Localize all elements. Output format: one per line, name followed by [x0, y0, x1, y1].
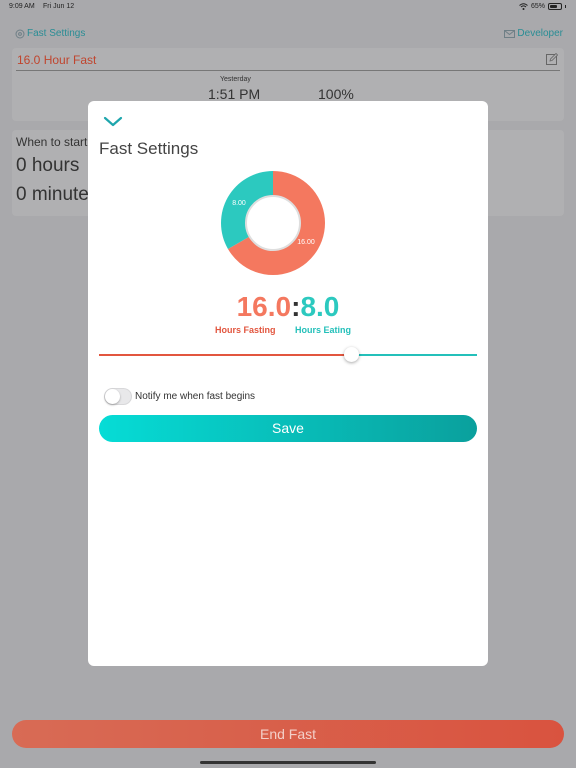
- hours-eating-label: Hours Eating: [295, 325, 352, 335]
- start-minutes[interactable]: 0 minutes: [16, 184, 98, 206]
- modal-title: Fast Settings: [99, 139, 199, 158]
- developer-link[interactable]: Developer: [504, 28, 563, 39]
- battery-icon: [548, 3, 562, 10]
- fast-settings-label: Fast Settings: [27, 28, 86, 39]
- status-indicators: 65%: [519, 3, 566, 10]
- status-time: 9:09 AM: [9, 3, 35, 10]
- day-label: Yesterday: [220, 76, 251, 83]
- divider: [16, 70, 560, 71]
- start-time: 1:51 PM: [208, 86, 261, 102]
- mail-icon: [504, 29, 516, 38]
- save-button[interactable]: Save: [99, 415, 477, 442]
- slider-eating-track: [351, 354, 477, 356]
- when-to-start-label: When to start: [16, 135, 88, 149]
- fasting-donut-chart: 16.00 8.00: [221, 171, 326, 275]
- fast-eat-ratio: 16.0:8.0: [88, 291, 488, 323]
- wifi-icon: [519, 3, 528, 10]
- fast-settings-link[interactable]: Fast Settings: [15, 28, 85, 39]
- fast-ratio-slider[interactable]: [99, 347, 477, 363]
- slider-thumb[interactable]: [344, 347, 359, 362]
- donut-eating-label: 8.00: [232, 200, 246, 207]
- home-indicator: [200, 761, 376, 764]
- battery-percent: 65%: [530, 3, 545, 10]
- fast-settings-modal: Fast Settings 16.00 8.00 16.0:8.0 Hours …: [88, 101, 488, 666]
- top-nav: Fast Settings Developer: [0, 28, 576, 42]
- start-hours[interactable]: 0 hours: [16, 155, 79, 177]
- fasting-hours-value: 16.0: [236, 291, 292, 322]
- developer-label: Developer: [517, 28, 563, 39]
- collapse-button[interactable]: [102, 113, 124, 129]
- status-bar: 9:09 AM Fri Jun 12 65%: [0, 0, 576, 16]
- donut-fasting-label: 16.00: [297, 239, 315, 246]
- slider-fasting-track: [99, 354, 351, 356]
- eating-hours-value: 8.0: [300, 291, 340, 322]
- edit-icon[interactable]: [546, 52, 559, 70]
- chevron-down-icon: [103, 116, 123, 127]
- gear-icon: [15, 29, 25, 38]
- status-date: Fri Jun 12: [43, 3, 75, 10]
- notify-label: Notify me when fast begins: [135, 391, 256, 402]
- fast-title: 16.0 Hour Fast: [17, 53, 97, 67]
- hours-fasting-label: Hours Fasting: [215, 325, 276, 335]
- notify-toggle[interactable]: [104, 388, 132, 405]
- progress-percent: 100%: [318, 86, 354, 102]
- end-fast-button[interactable]: End Fast: [12, 720, 564, 748]
- toggle-knob: [105, 389, 120, 404]
